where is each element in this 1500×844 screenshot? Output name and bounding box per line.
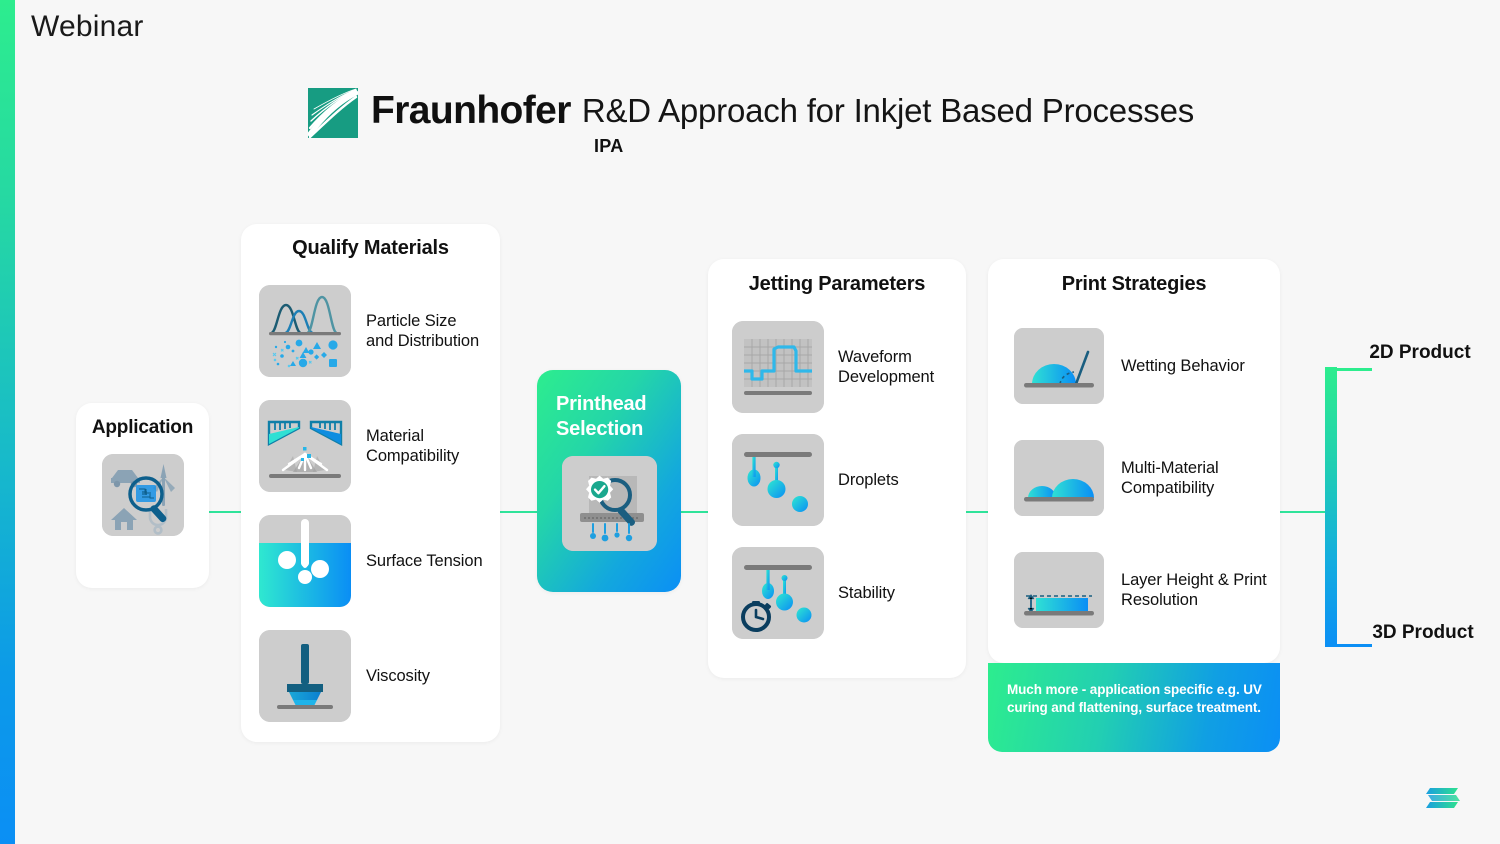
- list-item[interactable]: Multi-Material Compatibility: [1014, 422, 1280, 534]
- list-item-label: Wetting Behavior: [1121, 357, 1245, 375]
- viscosity-icon: [259, 629, 351, 722]
- list-item-label: Material Compatibility: [366, 426, 460, 465]
- card-qualify-materials[interactable]: Qualify Materials Particle Size and Dist…: [241, 224, 500, 742]
- banner-much-more-text: Much more - application specific e.g. UV…: [1007, 682, 1262, 715]
- stacked-layers-logo: [1424, 780, 1464, 814]
- list-item-label: Stability: [838, 583, 895, 602]
- list-item[interactable]: Surface Tension: [259, 503, 500, 618]
- two-droplets-icon: [1014, 440, 1104, 516]
- list-item[interactable]: Material Compatibility: [259, 388, 500, 503]
- card-printhead-title: Printhead Selection: [556, 393, 647, 440]
- list-item-label: Surface Tension: [366, 551, 483, 570]
- print-strategies-items-list: Wetting Behavior Multi-Material Compatib…: [988, 310, 1280, 646]
- contact-angle-icon: [1014, 328, 1104, 404]
- layer-height-icon: [1014, 552, 1104, 628]
- stability-stopwatch-icon: [732, 546, 824, 639]
- list-item-label: Viscosity: [366, 666, 430, 685]
- card-qualify-title: Qualify Materials: [292, 237, 449, 259]
- output-bracket-arm-top: [1337, 368, 1372, 371]
- list-item[interactable]: Waveform Development: [732, 310, 966, 423]
- connector-jetting-to-print: [966, 511, 989, 513]
- connector-printhead-to-jetting: [681, 511, 709, 513]
- card-application-title: Application: [91, 417, 194, 438]
- waveform-icon: [732, 320, 824, 413]
- left-accent-bar: [0, 0, 15, 844]
- particle-distribution-icon: [259, 284, 351, 377]
- banner-much-more: Much more - application specific e.g. UV…: [988, 663, 1280, 752]
- material-compatibility-icon: [259, 399, 351, 492]
- slide-canvas: Webinar Fraunhofer IPA R&D Approach for …: [0, 0, 1500, 844]
- surface-tension-icon: [259, 514, 351, 607]
- list-item-label: Layer Height & Print Resolution: [1121, 571, 1267, 609]
- jetting-items-list: Waveform Development Droplets Stability: [708, 310, 966, 649]
- fraunhofer-logo-icon: [308, 88, 358, 138]
- list-item[interactable]: Wetting Behavior: [1014, 310, 1280, 422]
- card-jetting-parameters[interactable]: Jetting Parameters Waveform Development …: [708, 259, 966, 678]
- card-printhead-selection[interactable]: Printhead Selection: [537, 370, 681, 592]
- card-jetting-title: Jetting Parameters: [748, 273, 926, 295]
- list-item[interactable]: Particle Size and Distribution: [259, 273, 500, 388]
- list-item[interactable]: Layer Height & Print Resolution: [1014, 534, 1280, 646]
- list-item-label: Multi-Material Compatibility: [1121, 459, 1219, 497]
- output-bracket: [1325, 367, 1337, 647]
- output-label-3d: 3D Product: [1372, 622, 1474, 643]
- fraunhofer-institute: IPA: [594, 136, 624, 156]
- slide-subtitle: R&D Approach for Inkjet Based Processes: [581, 92, 1195, 129]
- application-domains-icon: [101, 454, 184, 536]
- printhead-selection-icon: [561, 456, 657, 551]
- droplets-icon: [732, 433, 824, 526]
- fraunhofer-header: Fraunhofer IPA R&D Approach for Inkjet B…: [308, 88, 1195, 156]
- fraunhofer-brand-name: Fraunhofer: [371, 89, 571, 132]
- card-print-strategies-title: Print Strategies: [1061, 273, 1207, 295]
- card-print-strategies[interactable]: Print Strategies Wetting Behavior Multi-…: [988, 259, 1280, 663]
- output-label-2d: 2D Product: [1369, 342, 1471, 363]
- connector-qualify-to-printhead: [500, 511, 538, 513]
- connector-print-to-bracket: [1280, 511, 1326, 513]
- card-application[interactable]: Application: [76, 403, 209, 588]
- list-item-label: Droplets: [838, 470, 899, 489]
- list-item[interactable]: Droplets: [732, 423, 966, 536]
- list-item[interactable]: Stability: [732, 536, 966, 649]
- list-item-label: Waveform Development: [838, 347, 935, 386]
- page-title: Webinar: [31, 10, 144, 43]
- list-item-label: Particle Size and Distribution: [366, 311, 480, 350]
- list-item[interactable]: Viscosity: [259, 618, 500, 733]
- qualify-items-list: Particle Size and Distribution Material …: [241, 273, 500, 733]
- connector-application-to-qualify: [209, 511, 242, 513]
